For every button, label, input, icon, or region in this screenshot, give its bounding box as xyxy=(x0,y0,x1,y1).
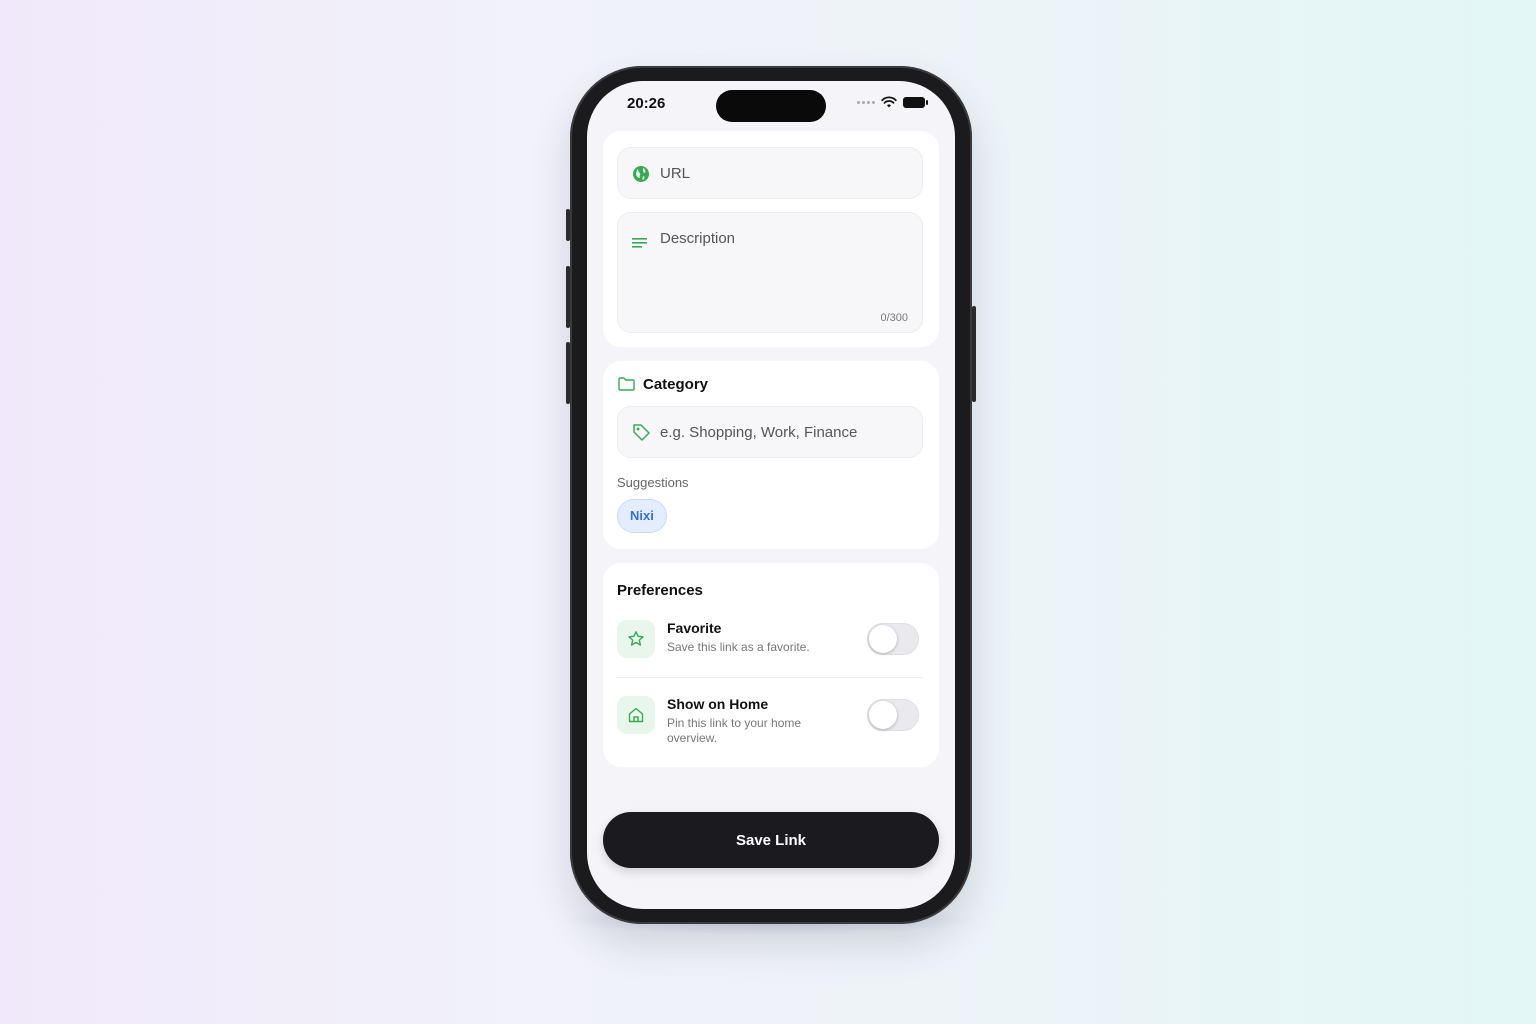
description-input[interactable]: Description 0/300 xyxy=(617,212,923,333)
wifi-icon xyxy=(881,96,897,108)
url-input[interactable]: URL xyxy=(617,147,923,199)
dynamic-island xyxy=(716,90,826,122)
signal-icon xyxy=(857,100,875,104)
favorite-description: Save this link as a favorite. xyxy=(667,640,810,654)
action-button xyxy=(566,209,570,241)
category-title: Category xyxy=(643,376,709,393)
favorite-title: Favorite xyxy=(667,620,722,636)
description-placeholder: Description xyxy=(660,230,736,247)
link-details-card: URL Description 0/300 xyxy=(603,131,939,347)
show-on-home-toggle[interactable] xyxy=(867,699,919,731)
status-icons xyxy=(857,96,928,108)
globe-icon xyxy=(633,166,649,182)
show-on-home-title: Show on Home xyxy=(667,696,769,712)
tag-icon xyxy=(633,424,650,441)
folder-icon xyxy=(618,377,635,391)
battery-icon xyxy=(903,96,928,108)
suggestion-chip[interactable]: Nixi xyxy=(617,499,667,533)
star-icon xyxy=(617,620,655,658)
show-on-home-row: Show on Home Pin this link to your home … xyxy=(617,696,923,752)
category-card: Category e.g. Shopping, Work, Finance Su… xyxy=(603,361,939,549)
category-placeholder: e.g. Shopping, Work, Finance xyxy=(660,424,858,441)
status-time: 20:26 xyxy=(627,95,666,112)
url-placeholder: URL xyxy=(660,165,691,182)
text-lines-icon xyxy=(632,238,647,248)
character-counter: 0/300 xyxy=(880,312,908,324)
favorite-toggle[interactable] xyxy=(867,623,919,655)
favorite-row: Favorite Save this link as a favorite. xyxy=(617,620,923,670)
phone-frame: 20:26 URL Description 0/300 Category e.g… xyxy=(566,66,976,924)
toggle-knob xyxy=(869,625,897,653)
show-on-home-description: Pin this link to your home overview. xyxy=(667,716,802,745)
screen: 20:26 URL Description 0/300 Category e.g… xyxy=(587,81,955,909)
toggle-knob xyxy=(869,701,897,729)
volume-down-button xyxy=(566,342,570,404)
category-input[interactable]: e.g. Shopping, Work, Finance xyxy=(617,406,923,458)
preferences-title: Preferences xyxy=(617,582,703,599)
power-button xyxy=(972,306,976,402)
preferences-card: Preferences Favorite Save this link as a… xyxy=(603,563,939,767)
divider xyxy=(617,677,923,678)
home-icon xyxy=(617,696,655,734)
volume-up-button xyxy=(566,266,570,328)
save-link-button[interactable]: Save Link xyxy=(603,812,939,868)
suggestions-label: Suggestions xyxy=(617,475,689,490)
